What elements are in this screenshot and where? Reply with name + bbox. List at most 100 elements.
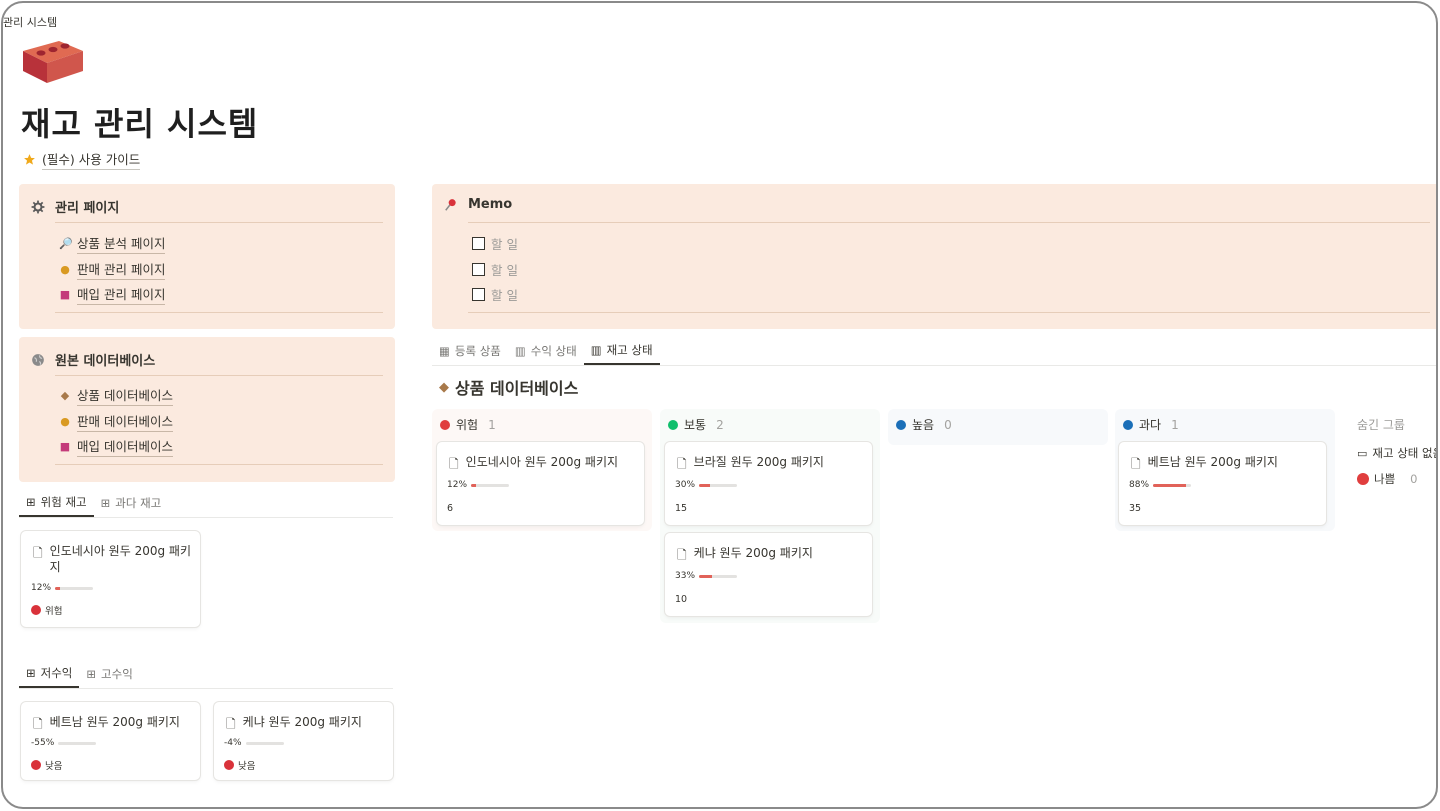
status-dot [224,760,234,770]
board-column-normal: 보통 2 🗋 브라질 원두 200g 패키지 30% 15 🗋 케냐 원두 200g … [660,409,880,623]
page-icon: 🗋 [33,717,43,731]
link-purchase-db[interactable]: ■ 매입 데이터베이스 [59,436,173,457]
link-product-db[interactable]: ◆ 상품 데이터베이스 [59,385,173,406]
board-icon: ▥ [514,344,526,358]
main-view-tabs: ▦ 등록 상품 ▥ 수익 상태 ▥ 재고 상태 [432,337,660,365]
gallery-icon: ⊞ [26,495,36,509]
link-purchase-management[interactable]: ■ 매입 관리 페이지 [59,284,166,305]
status-dot [896,419,906,430]
guide-link[interactable]: (필수) 사용 가이드 [23,149,141,170]
status-dot [31,760,41,770]
card-percent: 88% [1129,480,1150,490]
tab-risk-stock[interactable]: ⊞ 위험 재고 [19,489,94,517]
tab-registered-products[interactable]: ▦ 등록 상품 [432,337,508,365]
board-card[interactable]: 🗋 브라질 원두 200g 패키지 30% 15 [665,442,872,525]
progress-bar [55,586,94,590]
card-title: 베트남 원두 200g 패키지 [49,715,180,729]
gallery-icon: ⊞ [86,667,97,681]
table-icon: ▦ [439,344,450,358]
progress-bar [58,741,97,745]
card-title: 베트남 원두 200g 패키지 [1147,455,1278,469]
board-column-danger: 위험 1 🗋 인도네시아 원두 200g 패키지 12% 6 [432,409,652,531]
page-icon: 🗋 [449,457,459,471]
shopping-bags-icon: ■ [59,287,71,301]
link-sales-management[interactable]: ● 판매 관리 페이지 [59,259,166,280]
card-title: 인도네시아 원두 200g 패키지 [465,455,619,469]
card-quantity: 6 [447,503,454,514]
card-percent: 33% [675,571,696,581]
checkbox[interactable] [472,237,485,250]
card-tag: 위험 [45,606,63,617]
shopping-bags-icon: ■ [59,439,71,453]
gallery-card[interactable]: 🗋 베트남 원두 200g 패키지 -55% 낮음 [21,702,200,780]
card-percent: -55% [31,738,55,748]
tab-excess-stock[interactable]: ⊞ 과다 재고 [94,489,169,517]
database-title[interactable]: ◆ 상품 데이터베이스 [439,375,578,399]
card-quantity: 35 [1129,503,1142,514]
progress-bar [1153,483,1192,487]
card-title: 케냐 원두 200g 패키지 [693,546,813,560]
memo-callout: Memo 할 일 할 일 할 일 [432,184,1436,329]
app-window: 관리 시스템 재고 관리 시스템 (필수) 사용 가이드 관리 페이지 🔎 상품… [1,1,1438,809]
todo-item[interactable]: 할 일 [472,285,518,304]
card-tag: 낮음 [45,761,63,772]
gallery-icon: ⊞ [26,666,36,680]
pushpin-icon [445,198,456,211]
inbox-icon: ▭ [1357,446,1368,460]
board-card[interactable]: 🗋 베트남 원두 200g 패키지 88% 35 [1119,442,1326,525]
status-dot [1357,473,1369,485]
progress-bar [699,483,738,487]
tab-stock-status[interactable]: ▥ 재고 상태 [583,337,660,365]
package-icon: ◆ [60,388,70,402]
status-dot [440,419,450,430]
risk-view-tabs: ⊞ 위험 재고 ⊞ 과다 재고 [19,489,168,517]
gallery-icon: ⊞ [100,496,111,510]
tab-high-margin[interactable]: ⊞ 고수익 [79,660,139,688]
hidden-group-no-status[interactable]: ▭ 재고 상태 없음 [1357,445,1436,461]
gallery-card[interactable]: 🗋 케냐 원두 200g 패키지 -4% 낮음 [214,702,393,780]
board-column-high: 높음 0 [888,409,1108,445]
margin-view-tabs: ⊞ 저수익 ⊞ 고수익 [19,660,140,688]
checkbox[interactable] [472,288,485,301]
link-product-analysis[interactable]: 🔎 상품 분석 페이지 [59,233,166,254]
memo-callout-title: Memo [468,197,513,212]
gear-icon [31,200,45,213]
admin-callout-title: 관리 페이지 [55,201,120,216]
gallery-card[interactable]: 🗋 인도네시아 원두 200g 패키지 12% 위험 [21,531,200,627]
progress-bar [245,741,284,745]
coin-icon: ● [60,414,70,428]
hidden-groups-label: 숨긴 그룹 [1357,418,1405,432]
status-dot [31,605,41,615]
hidden-group-bad[interactable]: 나쁨 0 [1357,471,1418,487]
card-quantity: 10 [675,594,688,605]
board-card[interactable]: 🗋 케냐 원두 200g 패키지 33% 10 [665,533,872,616]
source-db-callout: 원본 데이터베이스 ◆ 상품 데이터베이스 ● 판매 데이터베이스 ■ 매입 데… [19,337,395,482]
todo-item[interactable]: 할 일 [472,234,518,253]
tab-low-margin[interactable]: ⊞ 저수익 [19,660,80,688]
card-tag: 낮음 [238,761,256,772]
guide-link-label: (필수) 사용 가이드 [42,149,141,170]
breadcrumb[interactable]: 관리 시스템 [3,14,57,30]
star-icon [24,154,35,165]
status-dot [668,419,678,430]
checkbox[interactable] [472,263,485,276]
magnifier-icon: 🔎 [59,236,73,250]
todo-item[interactable]: 할 일 [472,260,518,279]
admin-callout: 관리 페이지 🔎 상품 분석 페이지 ● 판매 관리 페이지 ■ 매입 관리 페… [19,184,395,329]
progress-bar [471,483,510,487]
page-icon: 🗋 [226,717,236,731]
board-column-excess: 과다 1 🗋 베트남 원두 200g 패키지 88% 35 [1115,409,1335,531]
progress-bar [699,574,738,578]
page-title: 재고 관리 시스템 [21,105,259,143]
tab-profit-status[interactable]: ▥ 수익 상태 [508,337,584,365]
card-title: 케냐 원두 200g 패키지 [242,715,362,729]
link-sales-db[interactable]: ● 판매 데이터베이스 [59,411,173,432]
card-title: 브라질 원두 200g 패키지 [693,455,824,469]
globe-icon [32,353,44,366]
card-percent: -4% [224,738,242,748]
card-percent: 12% [447,480,468,490]
page-icon: 🗋 [33,546,43,560]
page-icon: 🗋 [677,457,687,471]
board-card[interactable]: 🗋 인도네시아 원두 200g 패키지 12% 6 [437,442,644,525]
status-dot [1123,419,1133,430]
